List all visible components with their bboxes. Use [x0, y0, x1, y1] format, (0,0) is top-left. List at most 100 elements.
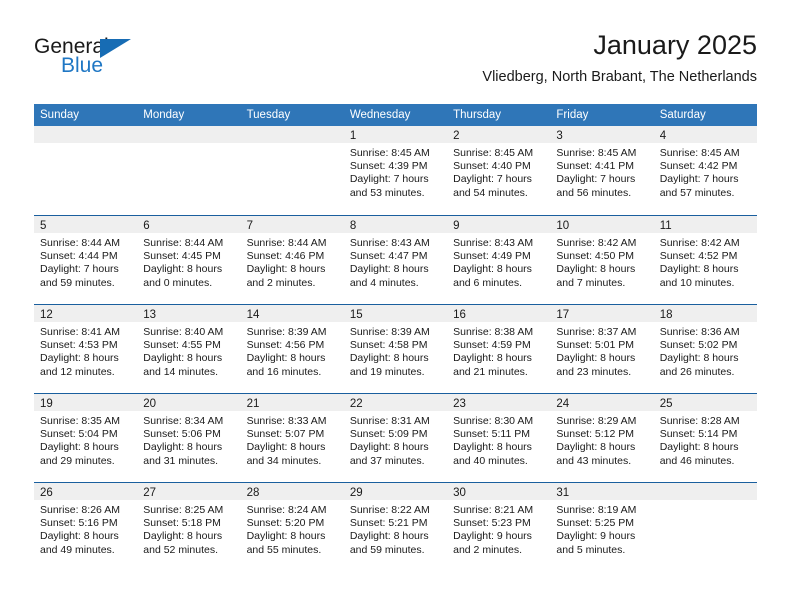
day-number: 12 [40, 309, 53, 321]
daylight-text-line1: Daylight: 8 hours [40, 352, 119, 365]
day-number-band: 6 [137, 216, 241, 233]
daylight-text-line2: and 2 minutes. [246, 276, 316, 289]
calendar-day-cell[interactable]: 16 Sunrise: 8:38 AM Sunset: 4:59 PM Dayligh… [447, 305, 551, 393]
calendar-day-cell[interactable]: 14 Sunrise: 8:39 AM Sunset: 4:56 PM Dayligh… [240, 305, 344, 393]
calendar-day-cell[interactable]: 13 Sunrise: 8:40 AM Sunset: 4:55 PM Dayligh… [137, 305, 241, 393]
calendar-day-cell[interactable]: 4 Sunrise: 8:45 AM Sunset: 4:42 PM Daylight… [653, 126, 757, 215]
calendar-day-cell[interactable]: 3 Sunrise: 8:45 AM Sunset: 4:41 PM Daylight… [550, 126, 654, 215]
day-number: 14 [246, 309, 260, 321]
page-subtitle: Vliedberg, North Brabant, The Netherland… [482, 69, 757, 85]
daylight-text-line1: Daylight: 8 hours [246, 352, 326, 365]
calendar-day-cell[interactable]: 2 Sunrise: 8:45 AM Sunset: 4:40 PM Daylight… [447, 126, 551, 215]
day-sun-info: Sunrise: 8:30 AM Sunset: 5:11 PM Daylight:… [447, 411, 550, 468]
day-number: 16 [453, 309, 466, 321]
calendar-day-cell[interactable]: 5 Sunrise: 8:44 AM Sunset: 4:44 PM Daylight… [34, 216, 138, 304]
sunrise-text: Sunrise: 8:26 AM [40, 504, 120, 516]
day-number: 28 [246, 487, 260, 499]
daylight-text-line2: and 37 minutes. [349, 454, 425, 467]
day-number: 25 [659, 398, 673, 410]
calendar-day-cell[interactable]: 26 Sunrise: 8:26 AM Sunset: 5:16 PM Dayligh… [34, 483, 138, 571]
daylight-text-line1: Daylight: 8 hours [246, 263, 326, 276]
daylight-text-line2: and 57 minutes. [659, 186, 735, 199]
daylight-text-line1: Daylight: 8 hours [349, 352, 429, 365]
day-sun-info: Sunrise: 8:29 AM Sunset: 5:12 PM Daylight:… [550, 411, 653, 468]
calendar-day-cell[interactable]: 9 Sunrise: 8:43 AM Sunset: 4:49 PM Daylight… [447, 216, 551, 304]
daylight-text-line1: Daylight: 8 hours [143, 441, 223, 454]
calendar-week-row: 26 Sunrise: 8:26 AM Sunset: 5:16 PM Dayligh… [34, 482, 757, 571]
calendar-day-cell[interactable]: 20 Sunrise: 8:34 AM Sunset: 5:06 PM Dayligh… [137, 394, 241, 482]
sunrise-text: Sunrise: 8:36 AM [659, 326, 740, 338]
sunset-text: Sunset: 4:46 PM [246, 250, 325, 263]
calendar-day-cell[interactable]: 23 Sunrise: 8:30 AM Sunset: 5:11 PM Dayligh… [447, 394, 551, 482]
day-sun-info: Sunrise: 8:25 AM Sunset: 5:18 PM Daylight:… [137, 500, 240, 557]
calendar-day-cell[interactable]: 24 Sunrise: 8:29 AM Sunset: 5:12 PM Dayligh… [550, 394, 654, 482]
day-sun-info: Sunrise: 8:45 AM Sunset: 4:42 PM Daylight:… [654, 143, 757, 200]
day-number-band: 17 [550, 305, 654, 322]
calendar-day-cell[interactable]: 29 Sunrise: 8:22 AM Sunset: 5:21 PM Dayligh… [343, 483, 448, 571]
daylight-text-line2: and 21 minutes. [453, 365, 528, 378]
calendar-weeks: 1 Sunrise: 8:45 AM Sunset: 4:39 PM Daylight… [34, 126, 757, 571]
day-number-band: 11 [653, 216, 757, 233]
day-number: 10 [556, 220, 570, 232]
day-number: 13 [143, 309, 157, 321]
calendar-day-cell[interactable]: 31 Sunrise: 8:19 AM Sunset: 5:25 PM Dayligh… [550, 483, 654, 571]
daylight-text-line1: Daylight: 7 hours [659, 173, 739, 186]
sunset-text: Sunset: 4:52 PM [659, 250, 738, 263]
day-sun-info: Sunrise: 8:45 AM Sunset: 4:41 PM Daylight:… [550, 143, 653, 200]
sunrise-text: Sunrise: 8:37 AM [556, 326, 637, 338]
calendar-day-cell[interactable]: 21 Sunrise: 8:33 AM Sunset: 5:07 PM Dayligh… [240, 394, 344, 482]
calendar-day-cell[interactable]: 11 Sunrise: 8:42 AM Sunset: 4:52 PM Dayligh… [653, 216, 757, 304]
day-sun-info: Sunrise: 8:26 AM Sunset: 5:16 PM Daylight:… [34, 500, 137, 557]
sunrise-text: Sunrise: 8:35 AM [40, 415, 120, 427]
sunrise-text: Sunrise: 8:25 AM [143, 504, 224, 516]
calendar-day-cell[interactable]: 15 Sunrise: 8:39 AM Sunset: 4:58 PM Dayligh… [343, 305, 448, 393]
day-number-band: 1 [343, 126, 448, 143]
daylight-text-line1: Daylight: 7 hours [453, 173, 532, 186]
calendar-day-cell[interactable]: 18 Sunrise: 8:36 AM Sunset: 5:02 PM Dayligh… [653, 305, 757, 393]
day-number: 17 [556, 309, 570, 321]
calendar-day-cell[interactable]: 22 Sunrise: 8:31 AM Sunset: 5:09 PM Dayligh… [343, 394, 448, 482]
daylight-text-line1: Daylight: 8 hours [659, 441, 739, 454]
day-number: 1 [349, 130, 357, 142]
day-number: 30 [453, 487, 466, 499]
daylight-text-line1: Daylight: 8 hours [349, 441, 429, 454]
day-number: 4 [659, 130, 667, 142]
day-number-band: 5 [34, 216, 138, 233]
sunrise-text: Sunrise: 8:42 AM [556, 237, 637, 249]
daylight-text-line2: and 10 minutes. [659, 276, 735, 289]
calendar-day-cell[interactable]: 12 Sunrise: 8:41 AM Sunset: 4:53 PM Dayligh… [34, 305, 138, 393]
calendar-week-row: 1 Sunrise: 8:45 AM Sunset: 4:39 PM Daylight… [34, 126, 757, 215]
calendar-day-cell[interactable]: 25 Sunrise: 8:28 AM Sunset: 5:14 PM Dayligh… [653, 394, 757, 482]
daylight-text-line1: Daylight: 7 hours [40, 263, 119, 276]
calendar-day-cell[interactable]: 28 Sunrise: 8:24 AM Sunset: 5:20 PM Dayligh… [240, 483, 344, 571]
calendar-day-cell[interactable]: 17 Sunrise: 8:37 AM Sunset: 5:01 PM Dayligh… [550, 305, 654, 393]
calendar-day-cell[interactable]: 30 Sunrise: 8:21 AM Sunset: 5:23 PM Dayligh… [447, 483, 551, 571]
sunset-text: Sunset: 4:55 PM [143, 339, 221, 352]
calendar-day-cell[interactable]: 1 Sunrise: 8:45 AM Sunset: 4:39 PM Daylight… [343, 126, 448, 215]
general-blue-logo[interactable]: General Blue [34, 36, 184, 86]
daylight-text-line2: and 55 minutes. [246, 543, 322, 556]
sunrise-text: Sunrise: 8:39 AM [246, 326, 327, 338]
calendar-day-cell[interactable]: 10 Sunrise: 8:42 AM Sunset: 4:50 PM Dayligh… [550, 216, 654, 304]
weekday-header-friday: Friday [556, 109, 589, 121]
calendar-day-cell[interactable]: 7 Sunrise: 8:44 AM Sunset: 4:46 PM Daylight… [240, 216, 344, 304]
day-number-band: 27 [137, 483, 241, 500]
calendar-day-cell[interactable]: 8 Sunrise: 8:43 AM Sunset: 4:47 PM Daylight… [343, 216, 448, 304]
calendar-day-cell[interactable]: 6 Sunrise: 8:44 AM Sunset: 4:45 PM Daylight… [137, 216, 241, 304]
day-number-band: 24 [550, 394, 654, 411]
daylight-text-line2: and 59 minutes. [349, 543, 425, 556]
daylight-text-line2: and 29 minutes. [40, 454, 115, 467]
daylight-text-line2: and 4 minutes. [349, 276, 419, 289]
sunrise-text: Sunrise: 8:44 AM [143, 237, 224, 249]
day-number-band: 4 [653, 126, 757, 143]
weekday-header-tuesday: Tuesday [246, 109, 291, 121]
day-number: 8 [349, 220, 357, 232]
triangle-icon [100, 39, 131, 58]
weekday-header-wednesday: Wednesday [349, 109, 411, 121]
calendar-day-cell[interactable]: 27 Sunrise: 8:25 AM Sunset: 5:18 PM Dayligh… [137, 483, 241, 571]
day-number-band: 21 [240, 394, 344, 411]
calendar-day-cell[interactable]: 19 Sunrise: 8:35 AM Sunset: 5:04 PM Dayligh… [34, 394, 138, 482]
day-number: 27 [143, 487, 157, 499]
day-number: 5 [40, 220, 47, 232]
day-number: 24 [556, 398, 570, 410]
